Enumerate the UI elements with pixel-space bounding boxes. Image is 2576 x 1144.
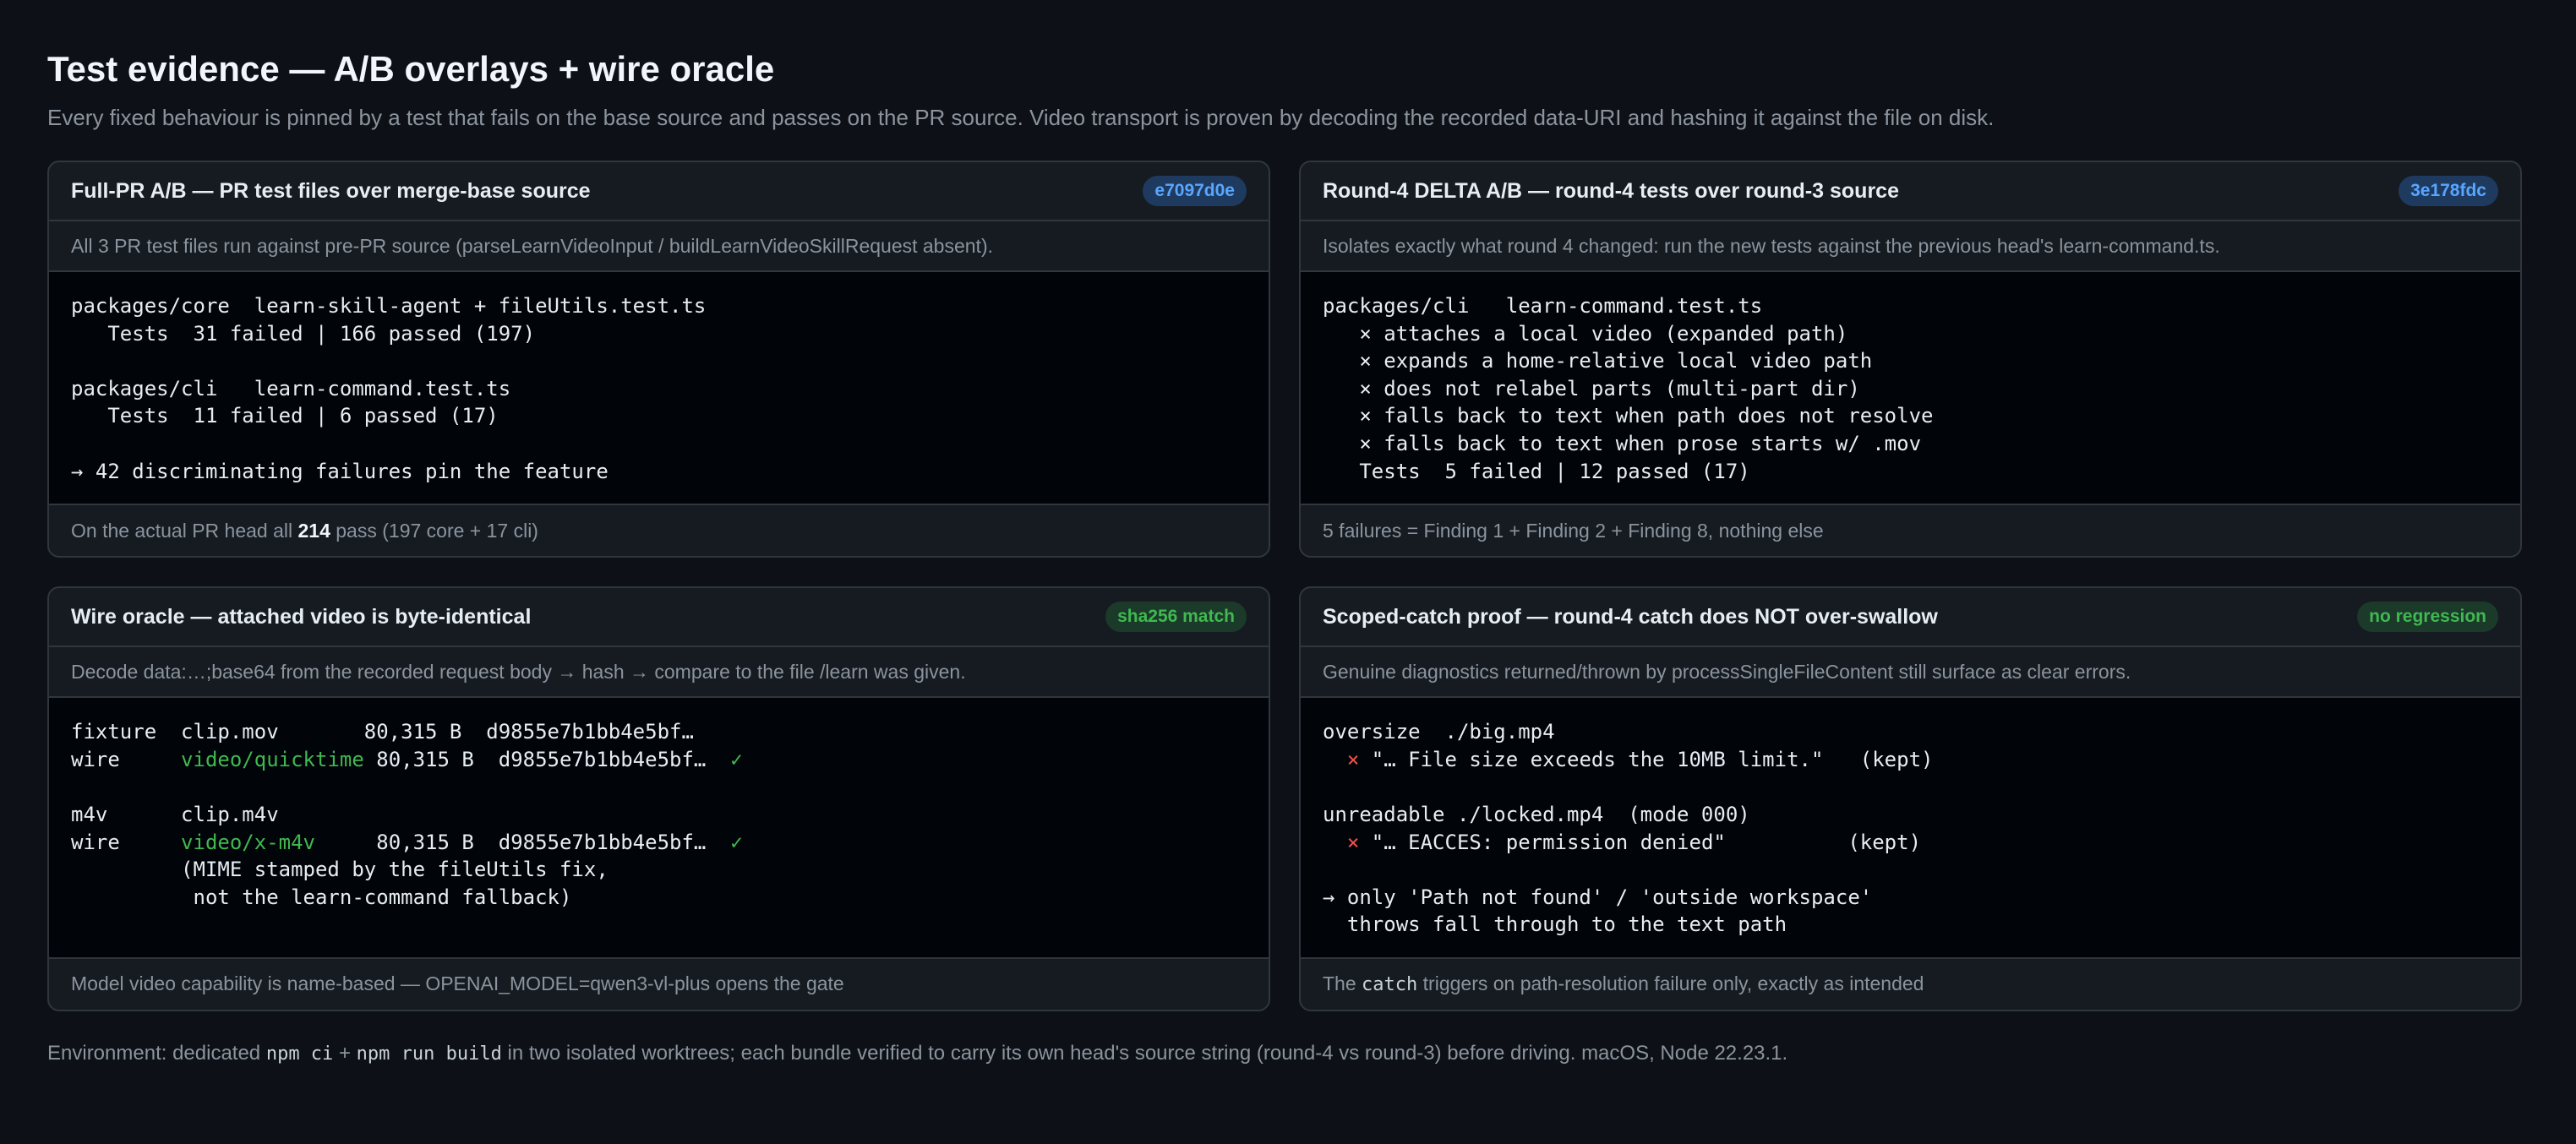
card-description: Genuine diagnostics returned/thrown by p… [1301,647,2520,699]
status-badge: no regression [2357,602,2498,633]
terminal-line: packages/cli learn-command.test.ts [1323,294,1763,318]
terminal-line: × falls back to text when path does not … [1323,404,1934,428]
card-header: Scoped-catch proof — round-4 catch does … [1301,588,2520,648]
terminal-line: wire video/x-m4v 80,315 B d9855e7b1bb4e5… [71,830,743,854]
evidence-grid: Full-PR A/B — PR test files over merge-b… [47,161,2529,1011]
terminal-line: Tests 5 failed | 12 passed (17) [1323,459,1750,483]
inline-code: catch [1362,974,1418,996]
inline-code: npm run build [356,1043,502,1065]
mime-type: video/x-m4v [181,830,315,854]
round4-delta-card: Round-4 DELTA A/B — round-4 tests over r… [1299,161,2522,558]
terminal-line: → only 'Path not found' / 'outside works… [1323,885,1873,909]
scoped-catch-card: Scoped-catch proof — round-4 catch does … [1299,586,2522,1011]
terminal-line: × does not relabel parts (multi-part dir… [1323,376,1860,400]
mime-type: video/quicktime [181,747,364,771]
terminal-output: oversize ./big.mp4 × "… File size exceed… [1301,698,2520,957]
terminal-line: Tests 31 failed | 166 passed (197) [71,321,536,346]
card-footer: The catch triggers on path-resolution fa… [1301,956,2520,1010]
terminal-line: × expands a home-relative local video pa… [1323,349,1873,373]
card-header: Full-PR A/B — PR test files over merge-b… [49,162,1269,221]
terminal-line: × attaches a local video (expanded path) [1323,321,1848,346]
terminal-line: wire video/quicktime 80,315 B d9855e7b1b… [71,747,743,771]
card-description: Decode data:…;base64 from the recorded r… [49,647,1269,699]
card-title: Wire oracle — attached video is byte-ide… [71,604,532,629]
terminal-line: (MIME stamped by the fileUtils fix, [71,858,609,882]
card-footer: 5 failures = Finding 1 + Finding 2 + Fin… [1301,504,2520,556]
terminal-line: unreadable ./locked.mp4 (mode 000) [1323,802,1750,826]
inline-code: npm ci [265,1043,334,1065]
status-badge: sha256 match [1105,602,1247,633]
card-title: Full-PR A/B — PR test files over merge-b… [71,178,591,203]
terminal-line: not the learn-command fallback) [71,885,572,909]
cross-icon: × [1346,747,1360,771]
terminal-line: × "… EACCES: permission denied" (kept) [1346,830,1922,854]
card-title: Round-4 DELTA A/B — round-4 tests over r… [1323,178,1899,203]
terminal-output: fixture clip.mov 80,315 B d9855e7b1bb4e5… [49,698,1269,957]
commit-badge: 3e178fdc [2399,176,2498,206]
card-footer: Model video capability is name-based — O… [49,956,1269,1010]
page-title: Test evidence — A/B overlays + wire orac… [47,49,775,89]
card-description: All 3 PR test files run against pre-PR s… [49,221,1269,272]
terminal-line: fixture clip.mov 80,315 B d9855e7b1bb4e5… [71,720,694,744]
card-description: Isolates exactly what round 4 changed: r… [1301,221,2520,272]
footer-text: The catch triggers on path-resolution fa… [1323,972,1924,996]
check-icon: ✓ [730,830,743,854]
check-icon: ✓ [730,747,743,771]
pass-count: 214 [297,519,330,542]
card-header: Round-4 DELTA A/B — round-4 tests over r… [1301,162,2520,221]
terminal-output: packages/cli learn-command.test.ts × att… [1301,272,2520,504]
page: Test evidence — A/B overlays + wire orac… [0,0,2576,1065]
card-title: Scoped-catch proof — round-4 catch does … [1323,604,1938,629]
cross-icon: × [1346,830,1360,854]
commit-badge: e7097d0e [1143,176,1247,206]
terminal-line: → 42 discriminating failures pin the fea… [71,459,609,483]
card-header: Wire oracle — attached video is byte-ide… [49,588,1269,648]
full-pr-card: Full-PR A/B — PR test files over merge-b… [47,161,1270,558]
terminal-line: × "… File size exceeds the 10MB limit." … [1346,747,1934,771]
terminal-line: throws fall through to the text path [1323,912,1787,937]
terminal-output: packages/core learn-skill-agent + fileUt… [49,272,1269,504]
card-footer: On the actual PR head all 214 pass (197 … [49,504,1269,556]
wire-oracle-card: Wire oracle — attached video is byte-ide… [47,586,1270,1011]
page-subtitle: Every fixed behaviour is pinned by a tes… [47,105,1995,130]
environment-note: Environment: dedicated npm ci + npm run … [47,1041,1788,1065]
terminal-line: × falls back to text when prose starts w… [1323,431,1922,455]
terminal-line: m4v clip.m4v [71,802,279,826]
terminal-line: Tests 11 failed | 6 passed (17) [71,404,499,428]
terminal-line: packages/core learn-skill-agent + fileUt… [71,294,707,318]
footer-text: On the actual PR head all 214 pass (197 … [71,519,538,542]
terminal-line: oversize ./big.mp4 [1323,720,1555,744]
terminal-line: packages/cli learn-command.test.ts [71,376,511,400]
